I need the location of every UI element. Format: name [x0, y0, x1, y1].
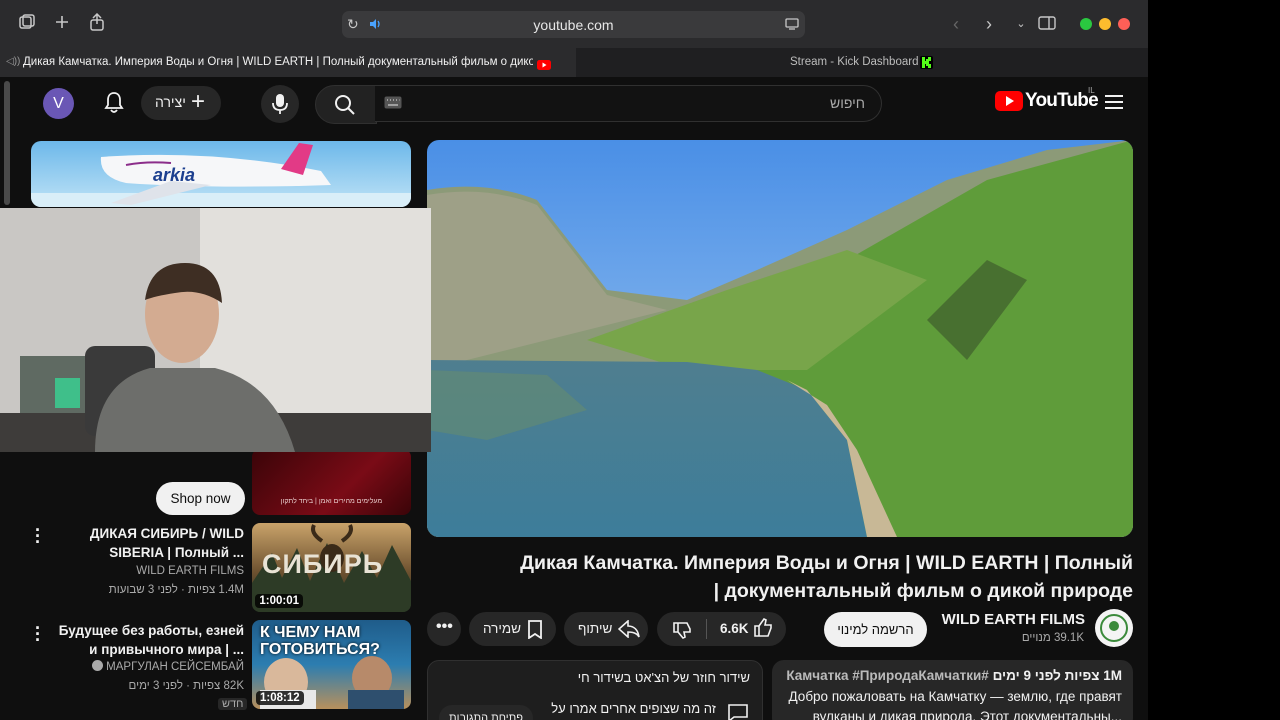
- description-line-1: Добро пожаловать на Камчатку — землю, гд…: [788, 689, 1122, 704]
- keyboard-icon[interactable]: [384, 96, 402, 114]
- tab-bar: ◁)) Дикая Камчатка. Империя Воды и Огня …: [0, 48, 1148, 77]
- airplane-image: [31, 143, 411, 207]
- new-badge: חדש: [218, 698, 248, 710]
- thumb-text: К ЧЕМУ НАМ ГОТОВИТЬСЯ?: [260, 624, 380, 658]
- verified-icon: [91, 660, 103, 671]
- more-options-icon[interactable]: · · ·: [32, 619, 44, 649]
- close-button[interactable]: [1118, 18, 1130, 30]
- forward-icon[interactable]: ›: [978, 13, 1000, 35]
- share-arrow-icon: [618, 620, 640, 638]
- create-button[interactable]: יצירה +: [141, 86, 221, 120]
- search-icon: [335, 95, 355, 115]
- bell-icon[interactable]: [103, 91, 125, 120]
- tab-kick-title[interactable]: Stream - Kick Dashboard: [790, 56, 918, 68]
- minimize-button[interactable]: [1099, 18, 1111, 30]
- channel-label: МАРГУЛАН СЕЙСЕМБАЙ: [106, 661, 244, 673]
- chat-subtitle: זה מה שצופים אחרים אמרו על: [551, 701, 716, 716]
- video-player[interactable]: [427, 140, 1133, 537]
- duration-badge: 1:00:01: [255, 594, 303, 608]
- bookmark-icon: [528, 620, 542, 639]
- more-options-icon[interactable]: · · ·: [32, 521, 44, 551]
- video-title: Дикая Камчатка. Империя Воды и Огня | WI…: [520, 552, 1133, 602]
- side-video-thumbnail[interactable]: К ЧЕМУ НАМ ГОТОВИТЬСЯ? 1:08:12: [252, 620, 411, 709]
- channel-avatar[interactable]: [1095, 609, 1133, 647]
- search-input[interactable]: חיפוש: [375, 85, 882, 122]
- description-hashtags[interactable]: #Камчатка #ПриродаКамчатки: [786, 668, 988, 683]
- sidebar-toggle-icon[interactable]: [1036, 13, 1058, 35]
- chat-icon: [728, 704, 748, 720]
- channel-logo-icon: [1100, 614, 1128, 642]
- more-actions-button[interactable]: •••: [427, 612, 461, 646]
- duration-badge: 1:08:12: [256, 691, 304, 705]
- streamer-webcam-image: [0, 208, 431, 452]
- side-video-thumbnail[interactable]: СИБИРЬ 1:00:01: [252, 523, 411, 612]
- youtube-logo-icon: [995, 91, 1023, 111]
- url-text: youtube.com: [533, 17, 614, 33]
- tab-overview-icon[interactable]: [16, 13, 38, 35]
- side-video-channel[interactable]: МАРГУЛАН СЕЙСЕМБАЙ: [48, 659, 244, 676]
- channel-name[interactable]: WILD EARTH FILMS: [940, 611, 1085, 628]
- description-line-2: вулканы и дикая природа. Этот документал…: [812, 709, 1122, 720]
- audio-icon[interactable]: ◁)): [6, 56, 20, 67]
- divider: [706, 619, 707, 639]
- logo-region: IL: [1088, 86, 1095, 95]
- share-icon[interactable]: [86, 12, 108, 35]
- tab-title: Дикая Камчатка. Империя Воды и Огня | WI…: [23, 56, 533, 68]
- description-stats: 1M צפיות לפני 9 ימים: [992, 668, 1122, 683]
- tab-youtube[interactable]: ◁)) Дикая Камчатка. Империя Воды и Огня …: [0, 48, 576, 77]
- chat-replay-box: שידור חוזר של הצ'אט בשידור חי זה מה שצופ…: [427, 660, 763, 720]
- menu-icon[interactable]: [1105, 94, 1123, 115]
- avatar[interactable]: V: [43, 88, 74, 119]
- reader-icon[interactable]: [785, 17, 799, 36]
- new-tab-icon[interactable]: [51, 13, 73, 35]
- browser-toolbar: ↻ youtube.com ‹ › ⌄: [0, 0, 1148, 48]
- plus-icon: +: [191, 88, 206, 115]
- like-icon[interactable]: [754, 618, 774, 638]
- more-horizontal-icon: •••: [436, 618, 453, 635]
- shop-now-button[interactable]: Shop now: [156, 482, 245, 515]
- side-video-meta: 82K צפיות · לפני 3 ימים: [128, 680, 244, 692]
- chevron-down-icon[interactable]: ⌄: [1010, 13, 1032, 35]
- create-label: יצירה: [155, 94, 186, 110]
- description-header: 1M צפיות לפני 9 ימים #Камчатка #ПриродаК…: [786, 668, 1122, 683]
- subscribe-button[interactable]: הרשמה למינוי: [824, 612, 927, 647]
- thumb-text: СИБИРЬ: [262, 549, 384, 579]
- youtube-logo-text: YouTube: [1025, 90, 1099, 111]
- like-count[interactable]: 6.6K: [720, 621, 749, 636]
- youtube-favicon-icon: [537, 57, 551, 75]
- side-video-title[interactable]: ДИКАЯ СИБИРЬ / WILD SIBERIA | Полный ...: [48, 524, 244, 562]
- side-video-title[interactable]: Будущее без работы, езней и привычного м…: [48, 621, 244, 659]
- description-box[interactable]: 1M צפיות לפני 9 ימים #Камчатка #ПриродаК…: [772, 660, 1133, 720]
- ad-banner[interactable]: arkia: [31, 141, 411, 207]
- maximize-button[interactable]: [1080, 18, 1092, 30]
- dislike-icon[interactable]: [673, 620, 693, 640]
- kick-favicon-icon: [920, 56, 933, 74]
- side-video-channel[interactable]: WILD EARTH FILMS: [48, 563, 244, 580]
- youtube-logo[interactable]: YouTube IL: [995, 86, 1099, 116]
- search-placeholder: חיפוש: [830, 95, 865, 111]
- share-label: שיתוף: [578, 621, 613, 636]
- webcam-overlay: [0, 208, 431, 452]
- desktop-background: [1148, 0, 1280, 720]
- like-dislike-group: 6.6K: [657, 612, 786, 646]
- chat-title: שידור חוזר של הצ'אט בשידור חי: [577, 670, 750, 685]
- subscriber-count: 39.1K מנויים: [1021, 632, 1084, 644]
- open-comments-button[interactable]: פתיחת התגובות: [439, 705, 533, 720]
- search-button[interactable]: [315, 85, 377, 124]
- side-video-meta: 1.4M צפיות · לפני 3 שבועות: [108, 584, 244, 596]
- kamchatka-landscape-image: [427, 140, 1133, 537]
- save-button[interactable]: שמירה: [469, 612, 556, 646]
- ad-thumbnail-text: מעלימים מהירים ואמן | ביחד לתקון: [280, 498, 383, 505]
- youtube-header: V יצירה + חיפוש YouTube IL: [0, 77, 1148, 129]
- voice-search-button[interactable]: [261, 85, 299, 123]
- address-bar[interactable]: ↻ youtube.com: [342, 11, 805, 38]
- microphone-icon: [272, 94, 288, 114]
- save-label: שמירה: [483, 621, 522, 636]
- share-button[interactable]: שיתוף: [564, 612, 648, 646]
- ad-brand: arkia: [153, 165, 196, 185]
- ad-thumbnail[interactable]: מעלימים מהירים ואמן | ביחד לתקון: [252, 449, 411, 515]
- back-icon[interactable]: ‹: [945, 13, 967, 35]
